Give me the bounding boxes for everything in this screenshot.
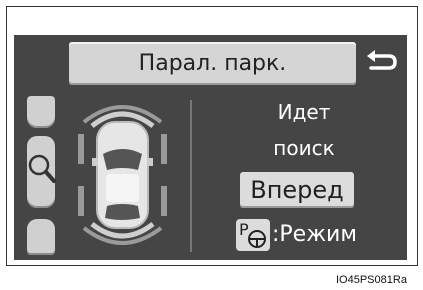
vehicle-sensor-view xyxy=(70,100,175,250)
side-button-top[interactable] xyxy=(27,96,55,128)
back-arrow-icon xyxy=(367,50,397,70)
parking-steering-icon[interactable]: P xyxy=(236,219,270,251)
zoom-button[interactable] xyxy=(27,136,56,208)
status-line-1: Идет xyxy=(277,100,331,124)
image-code: IO45PS081Ra xyxy=(336,274,407,286)
divider xyxy=(190,100,192,252)
side-button-bottom[interactable] xyxy=(27,219,55,255)
forward-button[interactable]: Вперед xyxy=(240,172,354,208)
car-top-view-icon xyxy=(78,105,167,245)
page-title: Парал. парк. xyxy=(138,51,287,76)
mode-label[interactable]: :Режим xyxy=(272,222,357,247)
mode-icon-letter: P xyxy=(239,220,249,239)
mode-icon-graphic: P xyxy=(236,219,270,251)
status-line-2: поиск xyxy=(273,136,335,160)
back-button[interactable] xyxy=(361,47,401,79)
title-bar: Парал. парк. xyxy=(69,42,356,85)
magnifier-icon xyxy=(28,154,56,183)
